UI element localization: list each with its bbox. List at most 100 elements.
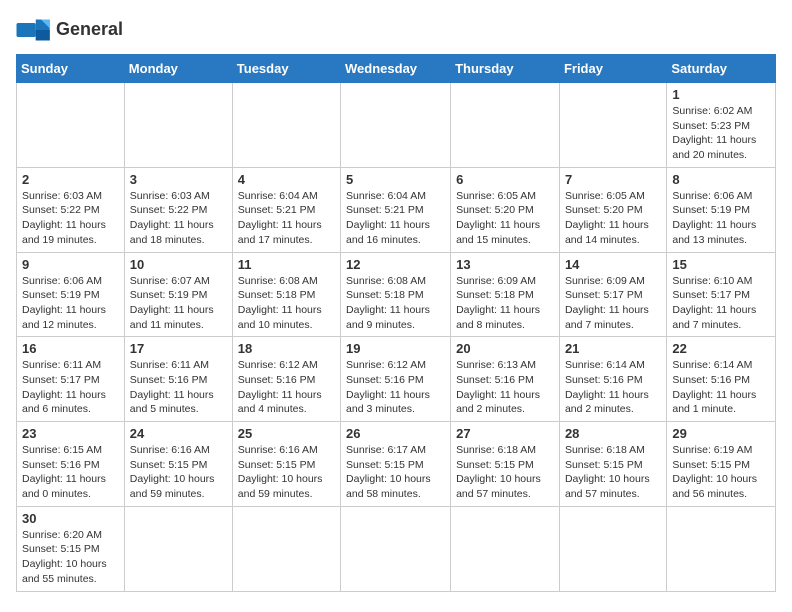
day-number: 7 bbox=[565, 172, 661, 187]
day-info: Sunrise: 6:11 AM Sunset: 5:16 PM Dayligh… bbox=[130, 358, 227, 417]
day-cell: 2 Sunrise: 6:03 AM Sunset: 5:22 PM Daylig… bbox=[17, 167, 125, 252]
day-cell bbox=[451, 83, 560, 168]
day-number: 21 bbox=[565, 341, 661, 356]
day-cell: 15Sunrise: 6:10 AM Sunset: 5:17 PM Dayli… bbox=[667, 252, 776, 337]
day-info: Sunrise: 6:20 AM Sunset: 5:15 PM Dayligh… bbox=[22, 528, 119, 587]
day-number: 13 bbox=[456, 257, 554, 272]
day-number: 5 bbox=[346, 172, 445, 187]
weekday-header-wednesday: Wednesday bbox=[341, 55, 451, 83]
day-info: Sunrise: 6:16 AM Sunset: 5:15 PM Dayligh… bbox=[238, 443, 335, 502]
day-cell bbox=[124, 83, 232, 168]
day-cell: 26 Sunrise: 6:17 AM Sunset: 5:15 PM Dayli… bbox=[341, 422, 451, 507]
week-row-0: 1 Sunrise: 6:02 AM Sunset: 5:23 PM Daylig… bbox=[17, 83, 776, 168]
day-info: Sunrise: 6:14 AM Sunset: 5:16 PM Dayligh… bbox=[565, 358, 661, 417]
day-cell bbox=[17, 83, 125, 168]
day-number: 17 bbox=[130, 341, 227, 356]
day-info: Sunrise: 6:17 AM Sunset: 5:15 PM Dayligh… bbox=[346, 443, 445, 502]
day-cell: 24 Sunrise: 6:16 AM Sunset: 5:15 PM Dayli… bbox=[124, 422, 232, 507]
logo: General bbox=[16, 16, 123, 44]
weekday-header-friday: Friday bbox=[559, 55, 666, 83]
day-info: Sunrise: 6:16 AM Sunset: 5:15 PM Dayligh… bbox=[130, 443, 227, 502]
day-info: Sunrise: 6:12 AM Sunset: 5:16 PM Dayligh… bbox=[238, 358, 335, 417]
day-info: Sunrise: 6:04 AM Sunset: 5:21 PM Dayligh… bbox=[238, 189, 335, 248]
day-number: 4 bbox=[238, 172, 335, 187]
day-number: 26 bbox=[346, 426, 445, 441]
day-cell: 6 Sunrise: 6:05 AM Sunset: 5:20 PM Daylig… bbox=[451, 167, 560, 252]
day-cell: 17 Sunrise: 6:11 AM Sunset: 5:16 PM Dayli… bbox=[124, 337, 232, 422]
day-info: Sunrise: 6:06 AM Sunset: 5:19 PM Dayligh… bbox=[22, 274, 119, 333]
day-info: Sunrise: 6:03 AM Sunset: 5:22 PM Dayligh… bbox=[130, 189, 227, 248]
weekday-header-row: SundayMondayTuesdayWednesdayThursdayFrid… bbox=[17, 55, 776, 83]
weekday-header-saturday: Saturday bbox=[667, 55, 776, 83]
day-cell: 10 Sunrise: 6:07 AM Sunset: 5:19 PM Dayli… bbox=[124, 252, 232, 337]
week-row-5: 30Sunrise: 6:20 AM Sunset: 5:15 PM Dayli… bbox=[17, 506, 776, 591]
day-number: 24 bbox=[130, 426, 227, 441]
day-info: Sunrise: 6:04 AM Sunset: 5:21 PM Dayligh… bbox=[346, 189, 445, 248]
day-info: Sunrise: 6:06 AM Sunset: 5:19 PM Dayligh… bbox=[672, 189, 770, 248]
day-info: Sunrise: 6:02 AM Sunset: 5:23 PM Dayligh… bbox=[672, 104, 770, 163]
day-info: Sunrise: 6:05 AM Sunset: 5:20 PM Dayligh… bbox=[456, 189, 554, 248]
weekday-header-thursday: Thursday bbox=[451, 55, 560, 83]
day-number: 28 bbox=[565, 426, 661, 441]
day-cell bbox=[559, 506, 666, 591]
day-number: 23 bbox=[22, 426, 119, 441]
day-info: Sunrise: 6:09 AM Sunset: 5:18 PM Dayligh… bbox=[456, 274, 554, 333]
day-info: Sunrise: 6:11 AM Sunset: 5:17 PM Dayligh… bbox=[22, 358, 119, 417]
day-cell: 18 Sunrise: 6:12 AM Sunset: 5:16 PM Dayli… bbox=[232, 337, 340, 422]
day-cell: 27Sunrise: 6:18 AM Sunset: 5:15 PM Dayli… bbox=[451, 422, 560, 507]
day-number: 22 bbox=[672, 341, 770, 356]
day-number: 6 bbox=[456, 172, 554, 187]
day-cell: 4 Sunrise: 6:04 AM Sunset: 5:21 PM Daylig… bbox=[232, 167, 340, 252]
day-info: Sunrise: 6:13 AM Sunset: 5:16 PM Dayligh… bbox=[456, 358, 554, 417]
day-cell bbox=[341, 506, 451, 591]
day-cell: 12 Sunrise: 6:08 AM Sunset: 5:18 PM Dayli… bbox=[341, 252, 451, 337]
day-cell: 22 Sunrise: 6:14 AM Sunset: 5:16 PM Dayli… bbox=[667, 337, 776, 422]
day-info: Sunrise: 6:18 AM Sunset: 5:15 PM Dayligh… bbox=[456, 443, 554, 502]
day-cell: 29Sunrise: 6:19 AM Sunset: 5:15 PM Dayli… bbox=[667, 422, 776, 507]
day-cell: 14Sunrise: 6:09 AM Sunset: 5:17 PM Dayli… bbox=[559, 252, 666, 337]
day-info: Sunrise: 6:05 AM Sunset: 5:20 PM Dayligh… bbox=[565, 189, 661, 248]
day-number: 16 bbox=[22, 341, 119, 356]
day-number: 20 bbox=[456, 341, 554, 356]
day-number: 18 bbox=[238, 341, 335, 356]
day-cell: 19Sunrise: 6:12 AM Sunset: 5:16 PM Dayli… bbox=[341, 337, 451, 422]
logo-text-block: General bbox=[56, 20, 123, 40]
day-number: 12 bbox=[346, 257, 445, 272]
weekday-header-sunday: Sunday bbox=[17, 55, 125, 83]
day-number: 10 bbox=[130, 257, 227, 272]
day-number: 1 bbox=[672, 87, 770, 102]
day-cell: 11 Sunrise: 6:08 AM Sunset: 5:18 PM Dayli… bbox=[232, 252, 340, 337]
day-info: Sunrise: 6:10 AM Sunset: 5:17 PM Dayligh… bbox=[672, 274, 770, 333]
day-cell bbox=[232, 83, 340, 168]
day-info: Sunrise: 6:07 AM Sunset: 5:19 PM Dayligh… bbox=[130, 274, 227, 333]
header-area: General bbox=[16, 16, 776, 44]
day-cell bbox=[124, 506, 232, 591]
day-cell: 1 Sunrise: 6:02 AM Sunset: 5:23 PM Daylig… bbox=[667, 83, 776, 168]
day-number: 25 bbox=[238, 426, 335, 441]
week-row-4: 23 Sunrise: 6:15 AM Sunset: 5:16 PM Dayli… bbox=[17, 422, 776, 507]
week-row-1: 2 Sunrise: 6:03 AM Sunset: 5:22 PM Daylig… bbox=[17, 167, 776, 252]
day-info: Sunrise: 6:09 AM Sunset: 5:17 PM Dayligh… bbox=[565, 274, 661, 333]
day-info: Sunrise: 6:08 AM Sunset: 5:18 PM Dayligh… bbox=[346, 274, 445, 333]
weekday-header-tuesday: Tuesday bbox=[232, 55, 340, 83]
day-number: 11 bbox=[238, 257, 335, 272]
day-cell: 16 Sunrise: 6:11 AM Sunset: 5:17 PM Dayli… bbox=[17, 337, 125, 422]
day-cell: 25 Sunrise: 6:16 AM Sunset: 5:15 PM Dayli… bbox=[232, 422, 340, 507]
day-info: Sunrise: 6:03 AM Sunset: 5:22 PM Dayligh… bbox=[22, 189, 119, 248]
logo-text: General bbox=[56, 20, 123, 40]
day-cell: 30Sunrise: 6:20 AM Sunset: 5:15 PM Dayli… bbox=[17, 506, 125, 591]
day-number: 3 bbox=[130, 172, 227, 187]
day-cell bbox=[559, 83, 666, 168]
day-info: Sunrise: 6:14 AM Sunset: 5:16 PM Dayligh… bbox=[672, 358, 770, 417]
day-cell: 7 Sunrise: 6:05 AM Sunset: 5:20 PM Daylig… bbox=[559, 167, 666, 252]
day-cell: 3 Sunrise: 6:03 AM Sunset: 5:22 PM Daylig… bbox=[124, 167, 232, 252]
day-cell: 21 Sunrise: 6:14 AM Sunset: 5:16 PM Dayli… bbox=[559, 337, 666, 422]
calendar-table: SundayMondayTuesdayWednesdayThursdayFrid… bbox=[16, 54, 776, 592]
day-cell: 5 Sunrise: 6:04 AM Sunset: 5:21 PM Daylig… bbox=[341, 167, 451, 252]
day-info: Sunrise: 6:08 AM Sunset: 5:18 PM Dayligh… bbox=[238, 274, 335, 333]
day-cell: 13 Sunrise: 6:09 AM Sunset: 5:18 PM Dayli… bbox=[451, 252, 560, 337]
day-info: Sunrise: 6:15 AM Sunset: 5:16 PM Dayligh… bbox=[22, 443, 119, 502]
day-cell bbox=[451, 506, 560, 591]
day-number: 2 bbox=[22, 172, 119, 187]
day-number: 9 bbox=[22, 257, 119, 272]
